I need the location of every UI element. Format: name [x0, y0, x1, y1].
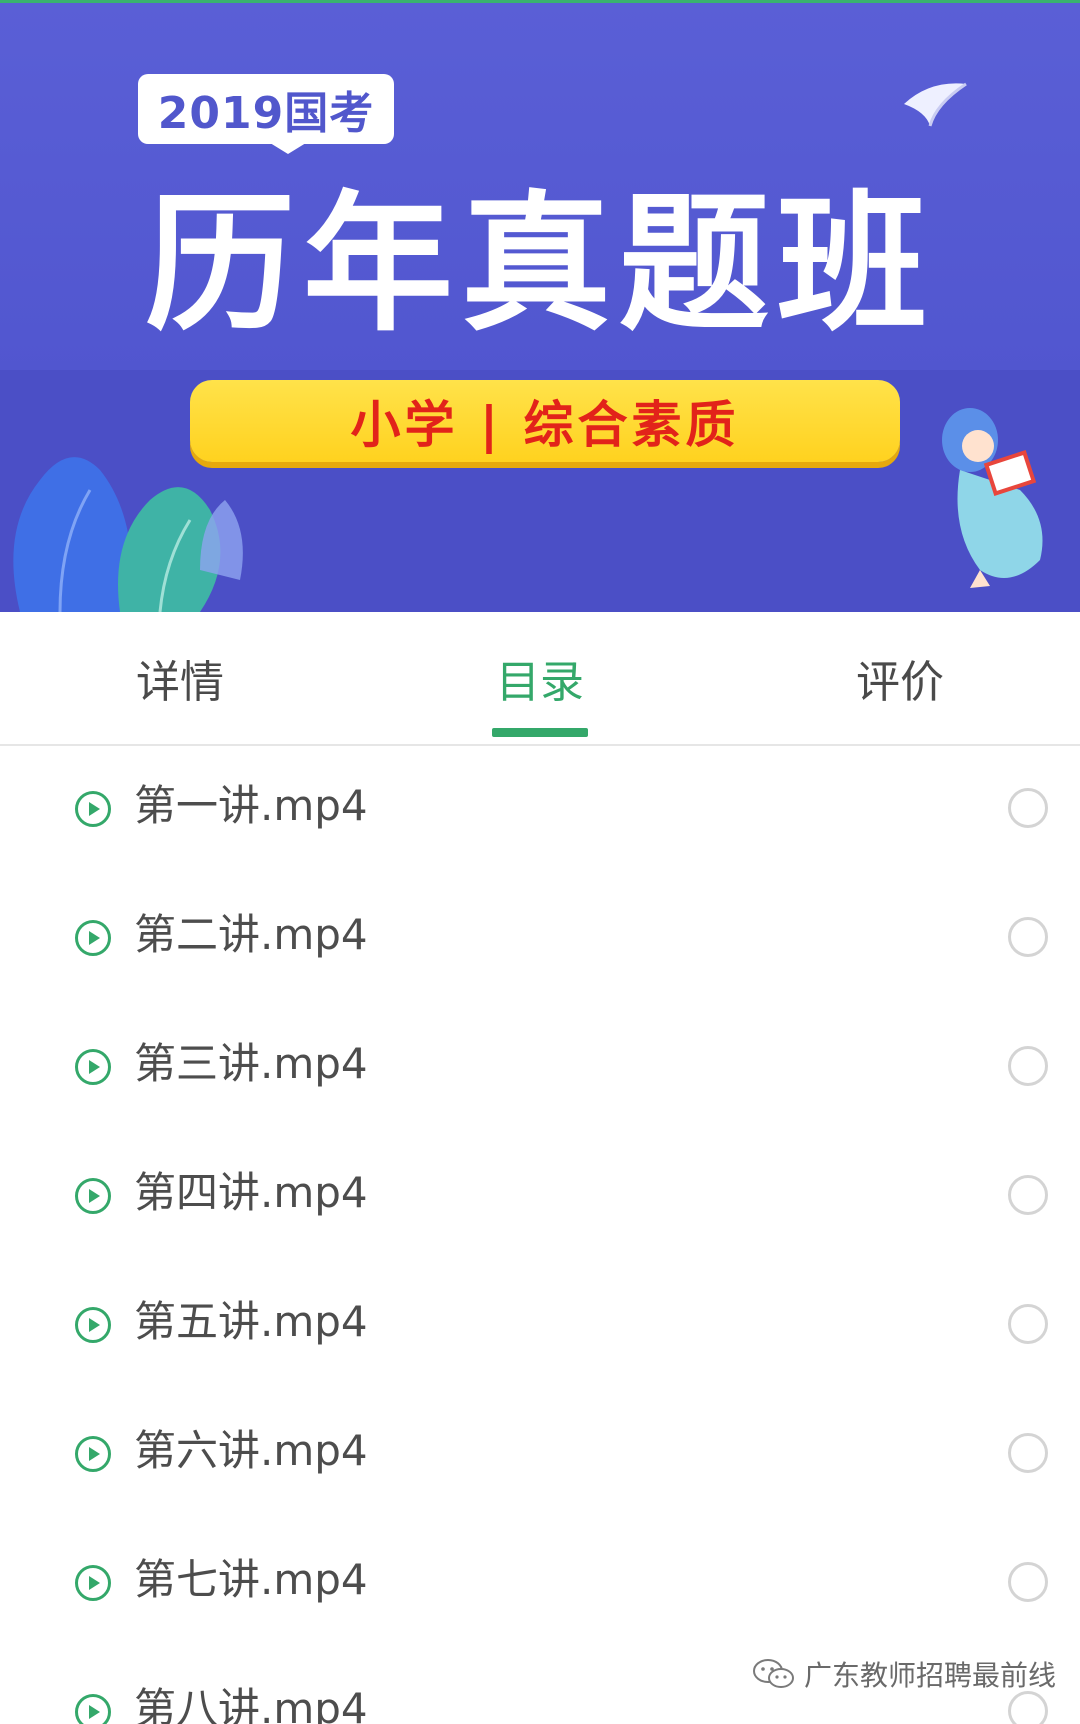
list-item[interactable]: 第七讲.mp4 — [0, 1520, 1080, 1649]
play-icon — [75, 1178, 111, 1214]
leaves-illustration — [13, 457, 243, 612]
lesson-select-radio[interactable] — [1008, 1046, 1048, 1086]
list-item[interactable]: 第六讲.mp4 — [0, 1391, 1080, 1520]
lesson-name: 第二讲.mp4 — [134, 910, 368, 959]
lesson-select-radio[interactable] — [1008, 1691, 1048, 1724]
lesson-name: 第四讲.mp4 — [134, 1168, 368, 1217]
banner-subtitle-pill: 小学 | 综合素质 — [190, 380, 900, 462]
lesson-name: 第七讲.mp4 — [134, 1555, 368, 1604]
play-icon — [75, 1436, 111, 1472]
banner-title: 历年真题班 — [144, 178, 935, 352]
course-banner: 2019国考 历年真题班 小学 | 综合素质 — [0, 0, 1080, 612]
play-icon — [75, 791, 111, 827]
tab-review[interactable]: 评价 — [800, 612, 1000, 744]
wechat-icon — [753, 1659, 794, 1688]
lesson-list: 第一讲.mp4 第二讲.mp4 第三讲.mp4 第四讲.mp4 第五讲.mp4 … — [0, 746, 1080, 1724]
lesson-select-radio[interactable] — [1008, 788, 1048, 828]
reading-girl-illustration — [942, 408, 1043, 588]
top-accent-line — [0, 0, 1080, 3]
tab-detail[interactable]: 详情 — [80, 612, 280, 744]
lesson-select-radio[interactable] — [1008, 1175, 1048, 1215]
play-icon — [75, 1565, 111, 1601]
lesson-name: 第三讲.mp4 — [134, 1039, 368, 1088]
play-icon — [75, 1307, 111, 1343]
list-item[interactable]: 第四讲.mp4 — [0, 1133, 1080, 1262]
play-icon — [75, 1049, 111, 1085]
lesson-select-radio[interactable] — [1008, 917, 1048, 957]
lesson-select-radio[interactable] — [1008, 1433, 1048, 1473]
year-badge-tail — [262, 138, 314, 154]
list-item[interactable]: 第五讲.mp4 — [0, 1262, 1080, 1391]
play-icon — [75, 920, 111, 956]
list-item[interactable]: 第一讲.mp4 — [0, 746, 1080, 875]
lesson-name: 第一讲.mp4 — [134, 781, 368, 830]
paper-plane-icon — [904, 82, 967, 127]
tab-bar: 详情 目录 评价 — [0, 612, 1080, 746]
lesson-name: 第八讲.mp4 — [134, 1684, 368, 1724]
play-icon — [75, 1694, 111, 1724]
lesson-name: 第五讲.mp4 — [134, 1297, 368, 1346]
active-tab-indicator — [492, 728, 588, 737]
course-page: 2019国考 历年真题班 小学 | 综合素质 详情 目录 评价 第一讲.mp4 … — [0, 0, 1080, 1724]
lesson-select-radio[interactable] — [1008, 1304, 1048, 1344]
year-badge: 2019国考 — [138, 74, 394, 144]
watermark: 广东教师招聘最前线 — [752, 1654, 1056, 1694]
list-item[interactable]: 第二讲.mp4 — [0, 875, 1080, 1004]
tab-catalog[interactable]: 目录 — [440, 612, 640, 744]
watermark-text: 广东教师招聘最前线 — [804, 1659, 1057, 1692]
list-item[interactable]: 第三讲.mp4 — [0, 1004, 1080, 1133]
lesson-name: 第六讲.mp4 — [134, 1426, 368, 1475]
lesson-select-radio[interactable] — [1008, 1562, 1048, 1602]
